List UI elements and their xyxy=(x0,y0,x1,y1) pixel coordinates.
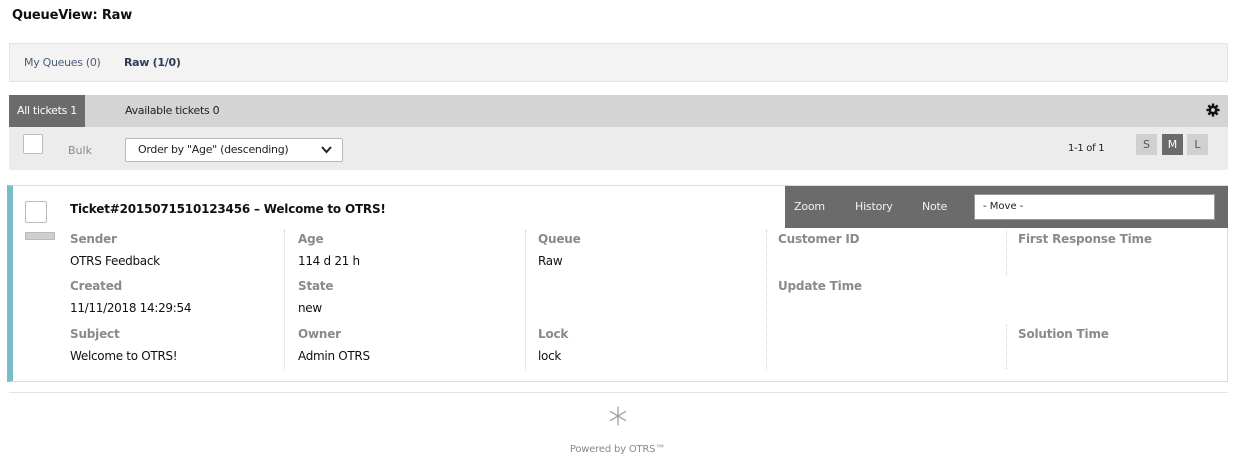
powered-by-text: Powered by OTRS™ xyxy=(569,444,666,455)
state-value: new xyxy=(298,301,322,315)
lock-value: lock xyxy=(538,349,562,363)
customer-id-label: Customer ID xyxy=(778,232,860,246)
footer-divider xyxy=(9,392,1228,393)
ticket-item: Ticket#2015071510123456 – Welcome to OTR… xyxy=(7,185,1228,382)
bulk-action-button[interactable]: Bulk xyxy=(68,144,92,157)
otrs-logo-icon xyxy=(609,406,627,426)
column-divider xyxy=(1006,230,1007,275)
column-divider xyxy=(766,230,767,370)
gear-icon[interactable] xyxy=(1206,103,1220,117)
age-value: 114 d 21 h xyxy=(298,254,360,268)
ticket-filter-tabs: All tickets 1 Available tickets 0 xyxy=(9,95,1228,127)
owner-value: Admin OTRS xyxy=(298,349,370,363)
view-size-l-button[interactable]: L xyxy=(1187,134,1208,155)
queue-value: Raw xyxy=(538,254,563,268)
view-size-s-button[interactable]: S xyxy=(1136,134,1157,155)
lock-label: Lock xyxy=(538,327,569,341)
order-by-value: Order by "Age" (descending) xyxy=(138,143,289,156)
created-value: 11/11/2018 14:29:54 xyxy=(70,301,192,315)
pagination-info: 1-1 of 1 xyxy=(1068,143,1105,154)
ticket-action-bar: Zoom History Note - Move - xyxy=(785,186,1228,228)
solution-time-label: Solution Time xyxy=(1018,327,1109,341)
tab-available-tickets[interactable]: Available tickets 0 xyxy=(117,95,227,127)
ticket-select-checkbox[interactable] xyxy=(25,201,47,223)
history-action[interactable]: History xyxy=(855,200,893,213)
ticket-list-toolbar: Bulk Order by "Age" (descending) 1-1 of … xyxy=(9,127,1228,170)
view-size-m-button[interactable]: M xyxy=(1162,134,1183,155)
ticket-title-link[interactable]: Ticket#2015071510123456 – Welcome to OTR… xyxy=(70,202,386,216)
queue-link-raw[interactable]: Raw (1/0) xyxy=(124,56,181,69)
subject-label: Subject xyxy=(70,327,120,341)
queue-navigation: My Queues (0) Raw (1/0) xyxy=(9,43,1228,82)
subject-value: Welcome to OTRS! xyxy=(70,349,178,363)
tab-all-tickets[interactable]: All tickets 1 xyxy=(9,95,85,127)
column-divider xyxy=(1006,324,1007,369)
created-label: Created xyxy=(70,279,123,293)
select-all-checkbox[interactable] xyxy=(23,134,43,154)
owner-label: Owner xyxy=(298,327,341,341)
queue-link-my-queues[interactable]: My Queues (0) xyxy=(24,56,101,69)
chevron-down-icon xyxy=(321,146,332,154)
update-time-label: Update Time xyxy=(778,279,862,293)
note-action[interactable]: Note xyxy=(922,200,947,213)
page-title: QueueView: Raw xyxy=(12,8,133,23)
first-response-time-label: First Response Time xyxy=(1018,232,1152,246)
column-divider xyxy=(284,230,285,370)
priority-indicator xyxy=(25,232,55,240)
sender-value: OTRS Feedback xyxy=(70,254,160,268)
state-label: State xyxy=(298,279,334,293)
zoom-action[interactable]: Zoom xyxy=(794,200,825,213)
sender-label: Sender xyxy=(70,232,117,246)
queue-label: Queue xyxy=(538,232,581,246)
move-queue-select[interactable]: - Move - xyxy=(974,194,1215,220)
order-by-select[interactable]: Order by "Age" (descending) xyxy=(125,138,343,162)
column-divider xyxy=(525,230,526,370)
age-label: Age xyxy=(298,232,324,246)
